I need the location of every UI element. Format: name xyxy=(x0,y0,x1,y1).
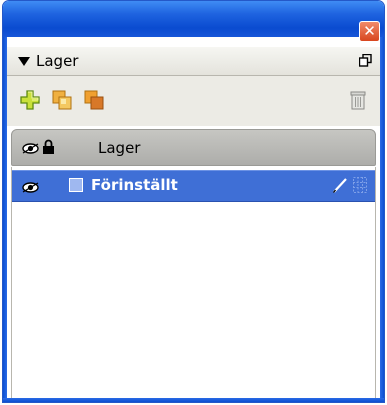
layers-panel-window: ✕ Lager Lager Förinställt xyxy=(2,0,385,403)
panel-header: Lager xyxy=(7,47,380,76)
layers-column-header: Lager xyxy=(11,129,376,166)
collapse-triangle-icon[interactable] xyxy=(18,57,30,66)
window-frame-bottom xyxy=(3,398,384,402)
lock-icon[interactable] xyxy=(42,139,55,154)
visibility-eye-icon[interactable] xyxy=(22,182,39,193)
pen-icon xyxy=(332,178,347,193)
visibility-eye-icon[interactable] xyxy=(22,143,39,154)
layers-toolbar xyxy=(7,76,380,126)
duplicate-layer-icon[interactable] xyxy=(51,89,73,111)
layers-column-label: Lager xyxy=(98,139,141,157)
panel-menu-icon[interactable] xyxy=(359,54,372,67)
add-layer-icon[interactable] xyxy=(19,89,41,111)
merge-layers-icon[interactable] xyxy=(83,89,105,111)
grid-icon xyxy=(353,177,367,193)
panel-title: Lager xyxy=(36,52,79,70)
title-bar[interactable]: ✕ xyxy=(3,1,384,42)
close-button[interactable]: ✕ xyxy=(359,21,380,42)
window-frame-right xyxy=(380,37,384,402)
layers-list: Förinställt xyxy=(11,167,376,398)
layer-color-swatch[interactable] xyxy=(69,178,83,192)
delete-layer-icon[interactable] xyxy=(347,89,369,111)
layer-name[interactable]: Förinställt xyxy=(91,176,178,194)
layer-row[interactable]: Förinställt xyxy=(12,170,375,202)
